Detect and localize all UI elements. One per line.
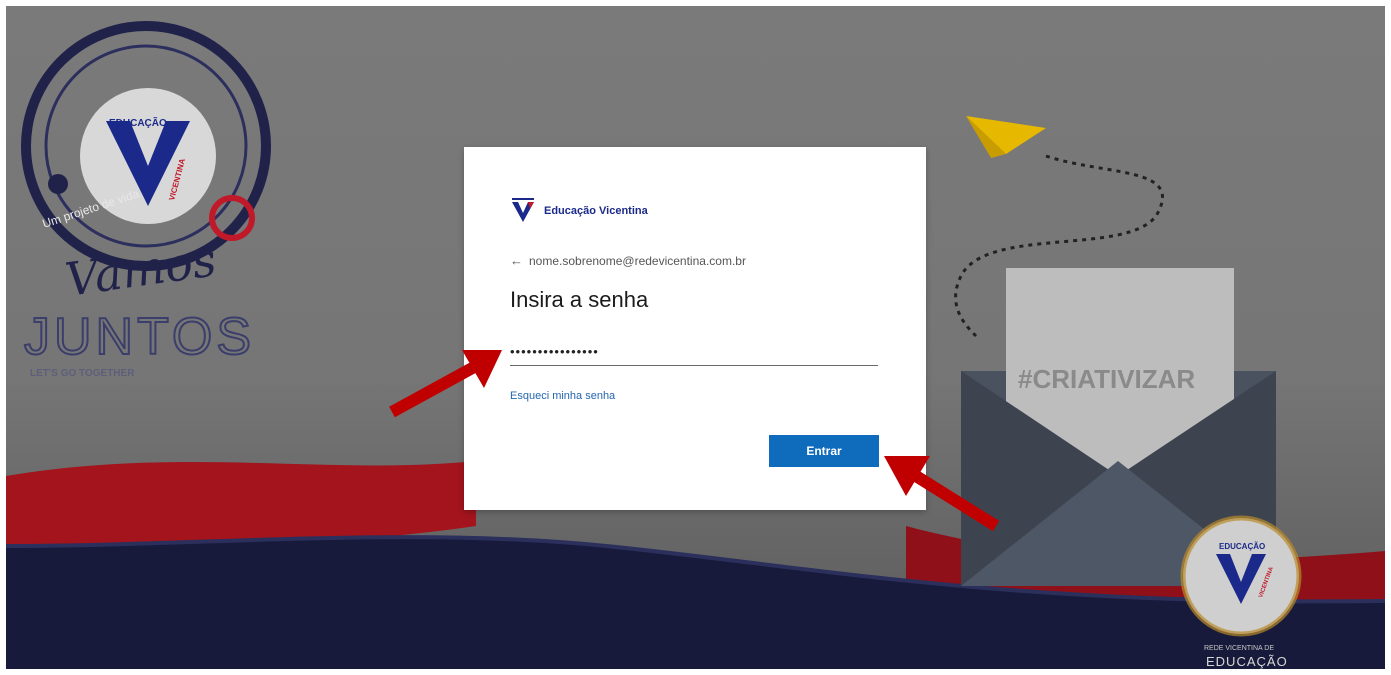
identity-row: ← nome.sobrenome@redevicentina.com.br <box>510 253 746 268</box>
sign-in-page: EDUCAÇÃO VICENTINA Um projeto de vida Va… <box>6 6 1385 669</box>
big-word: JUNTOS <box>24 308 255 366</box>
red-arrow-icon <box>884 456 1000 532</box>
logo-top-text: EDUCAÇÃO <box>109 116 167 129</box>
card-brand: Educação Vicentina <box>510 198 648 224</box>
login-card: Educação Vicentina ← nome.sobrenome@rede… <box>464 147 926 510</box>
identity-email: nome.sobrenome@redevicentina.com.br <box>529 253 746 268</box>
footer-line2: EDUCAÇÃO <box>1206 654 1288 669</box>
hashtag-text: #CRIATIVIZAR <box>1018 364 1195 394</box>
subline-text: LET'S GO TOGETHER <box>30 368 135 379</box>
submit-button[interactable]: Entrar <box>769 435 879 467</box>
forgot-password-link[interactable]: Esqueci minha senha <box>510 390 615 402</box>
arrow-left-icon[interactable]: ← <box>510 253 523 268</box>
password-field[interactable] <box>510 337 878 366</box>
educacao-vicentina-logo: EDUCAÇÃO VICENTINA Um projeto de vida Va… <box>21 21 271 379</box>
red-arrow-icon <box>389 350 502 418</box>
script-word: Vamos <box>62 232 219 307</box>
footer-line1: REDE VICENTINA DE <box>1204 645 1274 652</box>
brand-v-icon <box>512 198 534 222</box>
brand-name: Educação Vicentina <box>544 205 648 217</box>
seal-top-text: EDUCAÇÃO <box>1219 542 1265 551</box>
page-title: Insira a senha <box>510 287 649 312</box>
